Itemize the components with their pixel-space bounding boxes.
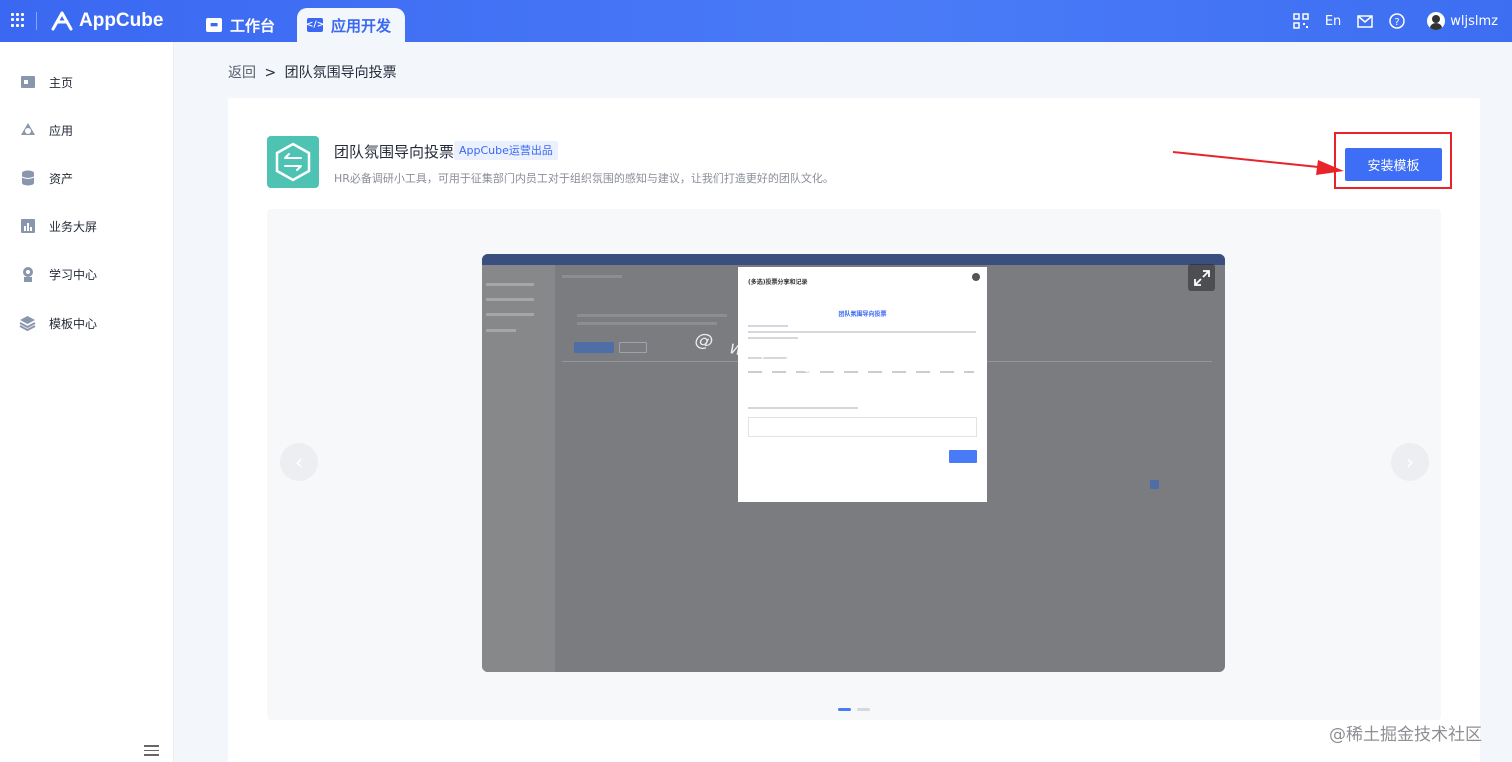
header-divider (36, 12, 37, 30)
breadcrumb-current: 团队氛围导向投票 (284, 65, 397, 81)
red-arrow-annotation (1172, 151, 1344, 175)
header-actions: En ? wljslmz (1277, 0, 1498, 42)
carousel-prev-button[interactable]: ‹ (280, 443, 318, 481)
avatar (1427, 12, 1446, 30)
tab-app-development-label: 应用开发 (331, 16, 392, 35)
sidebar-item-learning[interactable]: 学习中心 (19, 262, 97, 286)
fullscreen-button[interactable] (1188, 264, 1215, 291)
brand-logo[interactable]: AppCube (50, 9, 163, 33)
tab-workbench-label: 工作台 (230, 16, 276, 35)
collapse-sidebar-icon[interactable] (144, 745, 159, 757)
qrcode-icon[interactable] (1293, 13, 1309, 29)
app-icon (19, 122, 36, 139)
preview-modal-submit (949, 450, 977, 463)
preview-text-line (577, 314, 727, 317)
sidebar-item-home[interactable]: 主页 (19, 70, 73, 94)
preview-button (619, 342, 647, 353)
preview-carousel: ‹ › (多选)投票分享和记录 团队氛围导向投票 @ w l j s l m z (267, 209, 1441, 720)
brand-name: AppCube (79, 10, 164, 31)
code-icon: </> (305, 18, 325, 32)
sidebar-item-assets[interactable]: 资产 (19, 166, 73, 190)
sidebar-item-label: 业务大屏 (49, 219, 98, 234)
sidebar-item-label: 模板中心 (49, 316, 98, 331)
breadcrumb: 返回 > 团队氛围导向投票 (228, 62, 397, 82)
preview-modal-line (748, 407, 858, 409)
user-menu[interactable]: wljslmz (1427, 12, 1498, 30)
chevron-left-icon: ‹ (295, 450, 303, 474)
site-watermark: @稀土掘金技术社区 (1329, 725, 1482, 745)
chevron-right-icon: › (1406, 450, 1414, 474)
app-grid-icon[interactable] (11, 13, 25, 27)
publisher-badge: AppCube运营出品 (454, 141, 558, 160)
sidebar: 主页 应用 资产 业务大屏 学习中心 模板中心 (0, 42, 174, 762)
preview-modal-heading: 团队氛围导向投票 (838, 311, 887, 318)
sidebar-item-label: 应用 (49, 123, 74, 138)
preview-screenshot[interactable]: (多选)投票分享和记录 团队氛围导向投票 @ w l j s l m z (482, 254, 1225, 672)
sidebar-item-dashboard[interactable]: 业务大屏 (19, 214, 97, 238)
user-name: wljslmz (1450, 13, 1498, 29)
sidebar-item-templates[interactable]: 模板中心 (19, 311, 97, 335)
sidebar-item-label: 学习中心 (49, 267, 98, 282)
appcube-logo-icon (51, 11, 73, 31)
tab-app-development[interactable]: </> 应用开发 (297, 8, 406, 42)
preview-app-sidebar (482, 265, 555, 672)
layers-icon (19, 315, 36, 332)
preview-modal-title: (多选)投票分享和记录 (748, 279, 808, 286)
preview-modal-line (748, 337, 798, 339)
carousel-next-button[interactable]: › (1391, 443, 1429, 481)
top-bar: AppCube ▬ 工作台 </> 应用开发 En ? wljslmz (0, 0, 1512, 42)
template-detail-card: 团队氛围导向投票 AppCube运营出品 HR必备调研小工具，可用于征集部门内员… (228, 98, 1480, 762)
carousel-dot-1[interactable] (838, 708, 851, 711)
chart-icon (19, 218, 36, 235)
preview-app-header (482, 254, 1225, 265)
language-switch[interactable]: En (1325, 14, 1341, 29)
preview-modal-textarea (748, 417, 977, 437)
hexagon-arrows-icon (275, 142, 311, 182)
template-name: 团队氛围导向投票 (334, 143, 455, 161)
expand-icon (1193, 269, 1210, 286)
preview-modal-line (748, 331, 976, 333)
install-template-button[interactable]: 安装模板 (1345, 148, 1442, 181)
template-description: HR必备调研小工具，可用于征集部门内员工对于组织氛围的感知与建议，让我们打造更好… (334, 172, 834, 185)
preview-text-line (577, 322, 717, 325)
learning-icon (19, 266, 36, 283)
tab-workbench[interactable]: ▬ 工作台 (198, 8, 287, 42)
carousel-indicators (838, 708, 876, 711)
preview-title-line (562, 275, 622, 278)
mail-icon[interactable] (1357, 14, 1374, 28)
sidebar-item-apps[interactable]: 应用 (19, 118, 73, 142)
database-icon (19, 170, 36, 187)
sidebar-item-label: 资产 (49, 171, 74, 186)
preview-pagination (1150, 480, 1159, 489)
carousel-dot-2[interactable] (857, 708, 870, 711)
preview-button (574, 342, 614, 353)
monitor-icon: ▬ (206, 18, 222, 32)
breadcrumb-separator: > (264, 65, 277, 81)
sidebar-item-label: 主页 (49, 75, 74, 90)
help-icon[interactable]: ? (1389, 13, 1406, 29)
home-icon (19, 74, 36, 91)
close-icon (972, 273, 980, 281)
svg-text:?: ? (1395, 17, 1400, 28)
preview-modal-line (748, 325, 788, 327)
template-app-icon (267, 136, 319, 188)
breadcrumb-back-link[interactable]: 返回 (228, 65, 256, 81)
